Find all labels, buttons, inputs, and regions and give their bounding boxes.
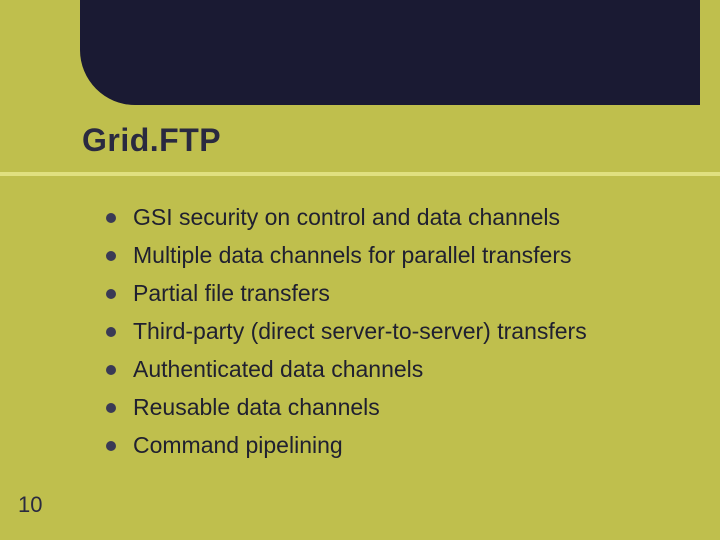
- slide-title: Grid.FTP: [82, 122, 221, 159]
- list-item: Authenticated data channels: [106, 354, 666, 385]
- list-item-text: Command pipelining: [133, 430, 343, 461]
- bullet-icon: [106, 441, 116, 451]
- list-item-text: Authenticated data channels: [133, 354, 423, 385]
- slide: Grid.FTP GSI security on control and dat…: [0, 0, 720, 540]
- bullet-icon: [106, 365, 116, 375]
- bullet-icon: [106, 327, 116, 337]
- list-item-text: GSI security on control and data channel…: [133, 202, 560, 233]
- list-item-text: Reusable data channels: [133, 392, 380, 423]
- list-item: GSI security on control and data channel…: [106, 202, 666, 233]
- list-item: Reusable data channels: [106, 392, 666, 423]
- bullet-icon: [106, 289, 116, 299]
- list-item-text: Partial file transfers: [133, 278, 330, 309]
- list-item: Command pipelining: [106, 430, 666, 461]
- bullet-icon: [106, 213, 116, 223]
- list-item-text: Multiple data channels for parallel tran…: [133, 240, 572, 271]
- page-number: 10: [18, 492, 42, 518]
- bullet-icon: [106, 251, 116, 261]
- list-item-text: Third-party (direct server-to-server) tr…: [133, 316, 587, 347]
- bullet-icon: [106, 403, 116, 413]
- header-accent-block: [80, 0, 700, 105]
- list-item: Partial file transfers: [106, 278, 666, 309]
- list-item: Multiple data channels for parallel tran…: [106, 240, 666, 271]
- title-underline: [0, 172, 720, 176]
- list-item: Third-party (direct server-to-server) tr…: [106, 316, 666, 347]
- bullet-list: GSI security on control and data channel…: [106, 202, 666, 468]
